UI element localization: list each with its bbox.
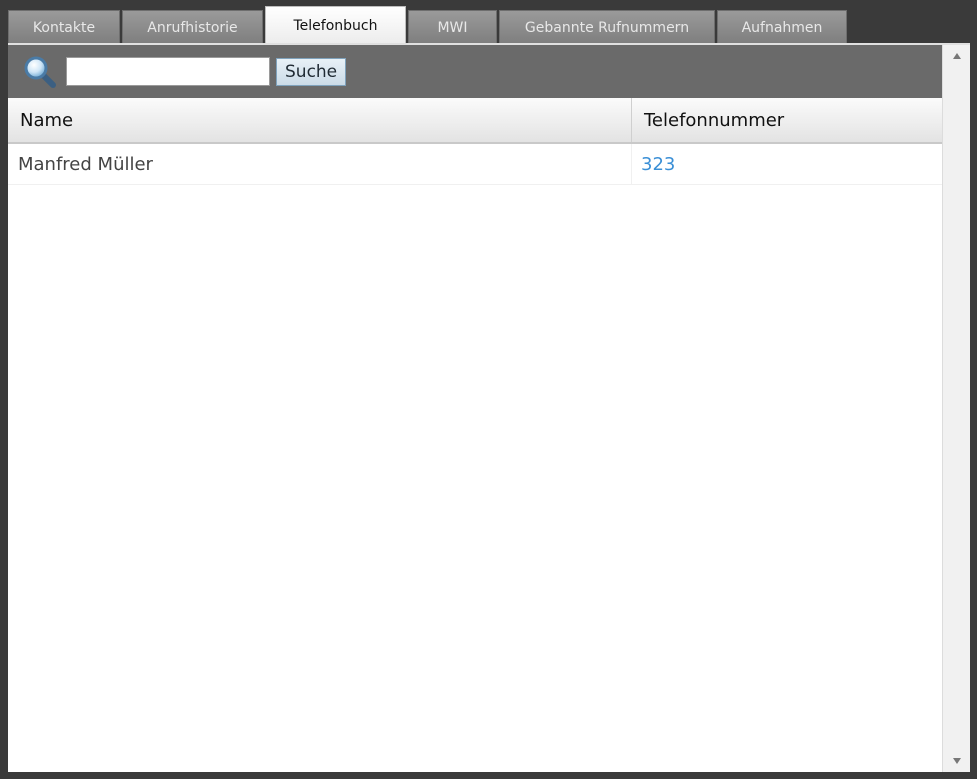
tab-kontakte[interactable]: Kontakte: [8, 10, 120, 44]
tab-aufnahmen[interactable]: Aufnahmen: [717, 10, 847, 44]
search-toolbar: Suche: [8, 45, 942, 98]
table-row[interactable]: Manfred Müller 323: [8, 144, 942, 185]
table-header: Name Telefonnummer: [8, 98, 942, 144]
phonebook-panel: Suche Name Telefonnummer Manfred Müller …: [8, 43, 970, 772]
search-button[interactable]: Suche: [276, 57, 347, 86]
column-header-name[interactable]: Name: [8, 98, 632, 142]
contact-name: Manfred Müller: [8, 144, 632, 184]
search-input[interactable]: [66, 57, 270, 86]
tab-mwi[interactable]: MWI: [408, 10, 497, 44]
tab-bar: Kontakte Anrufhistorie Telefonbuch MWI G…: [8, 6, 849, 44]
vertical-scrollbar[interactable]: [942, 45, 970, 772]
tab-gebannte-rufnummern[interactable]: Gebannte Rufnummern: [499, 10, 715, 44]
scroll-down-icon[interactable]: [943, 752, 970, 770]
scroll-up-icon[interactable]: [943, 47, 970, 65]
column-header-phone[interactable]: Telefonnummer: [632, 98, 942, 142]
search-icon: [22, 55, 58, 89]
phone-number-link[interactable]: 323: [632, 144, 942, 184]
tab-anrufhistorie[interactable]: Anrufhistorie: [122, 10, 263, 44]
tab-telefonbuch[interactable]: Telefonbuch: [265, 6, 406, 44]
phonebook-table: Name Telefonnummer Manfred Müller 323: [8, 98, 942, 185]
